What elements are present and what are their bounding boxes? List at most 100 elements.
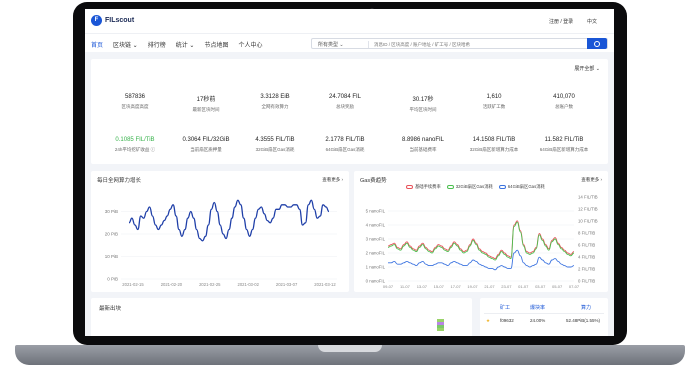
laptop-screen: F FILscout 注册 / 登录 中文 首页 区块链 ⌄ 排行榜 统计 ⌄ … (85, 9, 614, 336)
stat-label: 32GiB扇区Gas消耗 (255, 147, 295, 152)
block-rate: 24.00% (530, 318, 546, 323)
stat-label: 最新区块时间 (192, 107, 220, 112)
miner-id[interactable]: f09632 (500, 318, 514, 323)
power-growth-series-line (128, 199, 330, 242)
search-type-select[interactable]: 所有类型 ⌄ (318, 41, 344, 48)
login-link[interactable]: 注册 / 登录 (549, 18, 573, 25)
table-row[interactable]: ★ f09632 24.00% 52.48PiB(1.55%) (480, 318, 608, 326)
stat-value: 410,070 (553, 94, 575, 100)
stat-label: 当前基础费率 (409, 147, 437, 152)
stat-32gib-cost: 14.1508 FIL/TiB 32GiB扇区新增算力成本 (462, 137, 526, 153)
stat-base-fee: 8.8986 nanoFIL 当前基础费率 (391, 137, 455, 153)
x-tick-label: 2021-03-02 (237, 282, 259, 287)
x-tick-label: 03-07 (535, 284, 546, 289)
laptop-mockup: F FILscout 注册 / 登录 中文 首页 区块链 ⌄ 排行榜 统计 ⌄ … (0, 0, 700, 367)
gas-trend-chart: 0 nanoFIL 1 nanoFIL 2 nanoFIL 3 nanoFIL 4 na… (366, 195, 598, 289)
stat-value: 11.582 FIL/TiB (544, 137, 584, 143)
y-left-tick-label: 1 nanoFIL (366, 265, 386, 270)
nav-item-ranking[interactable]: 排行榜 (148, 40, 166, 49)
stat-value: 4.3555 FIL/TiB (255, 137, 295, 143)
y-left-tick-label: 5 nanoFIL (366, 209, 386, 214)
y-right-tick-label: 10 FIL/TiB (578, 219, 598, 224)
x-tick-label: 05-07 (552, 284, 563, 289)
stat-label: 总块奖励 (336, 104, 354, 109)
x-tick-label: 21-07 (484, 284, 495, 289)
stat-value: 8.8986 nanoFIL (401, 137, 445, 143)
stat-block-height: 587836 区块高度高度 (103, 94, 167, 110)
stat-label: 32GiB扇区新增算力成本 (469, 147, 519, 152)
stat-label: 区块高度高度 (121, 104, 149, 109)
x-tick-label: 2021-03-12 (314, 282, 336, 287)
stat-value: 1,610 (486, 94, 502, 100)
stat-value: 0.1085 FIL/TiB (115, 137, 155, 143)
x-tick-label: 17-07 (451, 284, 462, 289)
top-bar: F FILscout 注册 / 登录 中文 (85, 9, 614, 33)
x-tick-label: 09-07 (383, 284, 394, 289)
x-tick-label: 07-07 (569, 284, 580, 289)
stat-value: 24.7084 FIL (328, 94, 362, 100)
nav-item-account[interactable]: 个人中心 (238, 40, 262, 49)
column-header-rate: 爆块率 (530, 305, 546, 311)
stat-24h-mining-reward: 0.1085 FIL/TiB 24h平均挖矿收益 ⓘ (103, 137, 167, 153)
stat-label: 总账户数 (555, 104, 573, 109)
stat-value: 17秒前 (196, 97, 216, 103)
latest-blocks-card: 最新出块 (91, 298, 472, 336)
stat-64gib-gas: 2.1778 FIL/TiB 64GiB扇区Gas消耗 (313, 137, 377, 153)
stat-avg-block-time: 30.17秒 平均区块时间 (391, 94, 455, 113)
main-nav: 首页 区块链 ⌄ 排行榜 统计 ⌄ 节点地图 个人中心 (91, 40, 262, 49)
nav-item-statistics[interactable]: 统计 ⌄ (176, 40, 195, 49)
laptop-notch (318, 345, 382, 352)
x-tick-label: 15-07 (434, 284, 445, 289)
stat-value: 30.17秒 (412, 97, 434, 103)
y-left-tick-label: 3 nanoFIL (366, 237, 386, 242)
stat-64gib-cost: 11.582 FIL/TiB 64GiB扇区新增算力成本 (532, 137, 596, 153)
search-input[interactable] (374, 40, 584, 48)
stat-total-accounts: 410,070 总账户数 (532, 94, 596, 110)
stat-network-power: 3.3128 EiB 全网有效算力 (243, 94, 307, 110)
power-growth-chart: 0 PiB 10 PiB 20 PiB 30 PiB 2021-02-15 2021-02… (105, 199, 337, 287)
x-tick-label: 2021-03-07 (276, 282, 298, 287)
logo[interactable]: F FILscout (91, 15, 134, 26)
stat-value: 3.3128 EiB (260, 94, 290, 100)
mini-bar-icon (437, 319, 444, 331)
logo-icon: F (91, 15, 102, 26)
stat-active-miners: 1,610 活跃矿工数 (462, 94, 526, 110)
expand-all-button[interactable]: 展开全部 ⌄ (574, 65, 600, 72)
y-tick-label: 20 PiB (105, 232, 118, 237)
y-right-tick-label: 14 FIL/TiB (578, 195, 598, 200)
x-tick-label: 2021-02-15 (122, 282, 144, 287)
y-left-tick-label: 4 nanoFIL (366, 223, 386, 228)
nav-item-blockchain[interactable]: 区块链 ⌄ (113, 40, 138, 49)
y-right-tick-label: 12 FIL/TiB (578, 207, 598, 212)
language-switcher[interactable]: 中文 (587, 18, 597, 25)
search-divider (368, 41, 369, 48)
search-icon[interactable] (587, 38, 607, 49)
nav-bar: 首页 区块链 ⌄ 排行榜 统计 ⌄ 节点地图 个人中心 所有类型 ⌄ (85, 33, 614, 52)
y-right-tick-label: 0 FIL/TiB (578, 279, 595, 284)
y-right-tick-label: 2 FIL/TiB (578, 267, 595, 272)
stat-latest-block-time: 17秒前最新区块时间 (174, 94, 238, 113)
miner-power: 52.48PiB(1.55%) (566, 318, 601, 323)
latest-blocks-title: 最新出块 (99, 306, 122, 312)
search-bar: 所有类型 ⌄ (311, 38, 608, 49)
stat-value: 14.1508 FIL/TiB (472, 137, 516, 143)
table-header: 矿工 爆块率 算力 (480, 304, 608, 312)
stat-block-reward: 24.7084 FIL 总块奖励 (313, 94, 377, 110)
y-tick-label: 30 PiB (105, 209, 118, 214)
gas-trend-card: Gas费趋势 查看更多 › 基础手续费率 32GiB扇区Gas消耗 64GiB扇… (354, 171, 608, 292)
miner-ranking-card: 矿工 爆块率 算力 ★ f09632 24.00% 52.48PiB(1.55%… (480, 298, 608, 336)
y-right-tick-label: 8 FIL/TiB (578, 231, 595, 236)
nav-item-node-map[interactable]: 节点地图 (204, 40, 228, 49)
stat-label: 活跃矿工数 (482, 104, 506, 109)
stat-value: 2.1778 FIL/TiB (325, 137, 365, 143)
stat-label: 24h平均挖矿收益 ⓘ (114, 147, 156, 152)
column-header-miner: 矿工 (500, 305, 511, 311)
y-tick-label: 10 PiB (105, 254, 118, 259)
y-right-tick-label: 6 FIL/TiB (578, 243, 595, 248)
nav-item-home[interactable]: 首页 (91, 40, 103, 49)
stat-sector-pledge: 0.3064 FIL/32GiB 当前扇区质押量 (174, 137, 238, 153)
daily-power-growth-card: 每日全网算力增长 查看更多 › 0 PiB 10 PiB 20 PiB 30 PiB 2… (91, 171, 349, 292)
y-left-tick-label: 2 nanoFIL (366, 251, 386, 256)
gas-32gib-series-line (387, 221, 575, 261)
stat-value: 587836 (124, 94, 146, 100)
